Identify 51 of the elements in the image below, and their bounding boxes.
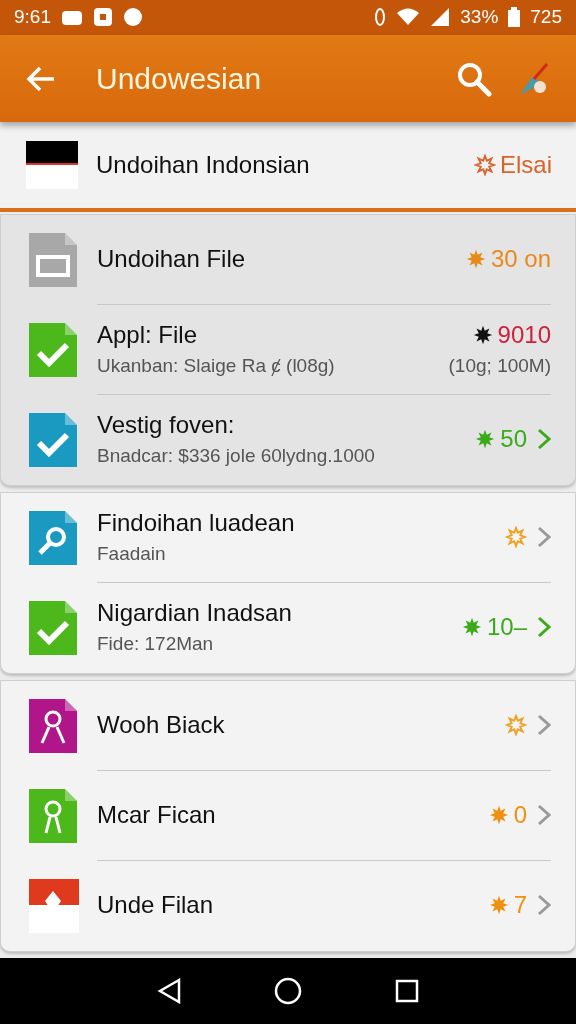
item-title: Findoihan luadean <box>97 509 296 538</box>
check-icon <box>27 410 79 469</box>
flag-icon <box>27 876 79 935</box>
list-item[interactable]: Wooh Biack <box>1 680 575 771</box>
item-count: 9010 <box>471 321 551 350</box>
recents-nav-icon[interactable] <box>395 978 420 1003</box>
list-item[interactable]: Nigardian Inadsan Fide: 172Man 10– <box>1 582 575 673</box>
signal-icon <box>430 7 451 28</box>
item-title: Undoihan File <box>97 245 247 274</box>
person-icon <box>27 696 79 755</box>
status-text: 725 <box>530 6 562 29</box>
item-subtitle: Ukanban: Slaige Ra ȼ (l08g) <box>97 355 336 378</box>
list-item[interactable]: Mcar Fican 0 <box>1 770 575 861</box>
list-item[interactable]: Vestig foven: Bnadcar: $336 jole 60lydng.1000 50 <box>1 394 575 485</box>
battery-icon <box>508 7 521 28</box>
app-title: Undowesian <box>96 61 263 96</box>
check-icon <box>27 598 79 657</box>
notification-icon <box>123 7 143 28</box>
battery-percent: 33% <box>460 6 499 29</box>
item-count: 10– <box>460 613 527 642</box>
vibrate-icon <box>374 7 387 28</box>
search-icon <box>27 508 79 567</box>
item-count: 7 <box>487 891 527 920</box>
notification-icon <box>93 7 113 28</box>
item-title: Unde Filan <box>97 891 215 920</box>
list-item[interactable]: Findoihan luadean Faadain <box>1 492 575 583</box>
item-subtitle: Faadain <box>97 543 167 566</box>
item-title: Vestig foven: <box>97 411 236 440</box>
item-detail: (10g; 100M) <box>448 355 551 378</box>
item-title: Wooh Biack <box>97 711 226 740</box>
back-nav-icon[interactable] <box>156 977 181 1004</box>
header-title: Undoihan Indonsian <box>96 151 311 180</box>
item-count: 30 on <box>464 245 551 274</box>
item-title: Nigardian Inadsan <box>97 599 293 628</box>
check-icon <box>27 320 79 379</box>
item-subtitle: Bnadcar: $336 jole 60lydng.1000 <box>97 445 376 468</box>
list-item[interactable]: Unde Filan 7 <box>1 860 575 951</box>
item-title: Mcar Fican <box>97 801 217 830</box>
item-count: 0 <box>487 801 527 830</box>
list-item[interactable]: Undoihan File 30 on <box>1 214 575 305</box>
back-icon[interactable] <box>26 65 56 92</box>
flag-icon <box>26 141 78 190</box>
list-item[interactable]: Appl: File Ukanban: Slaige Ra ȼ (l08g) 9010 (10g; 100M) <box>1 304 575 395</box>
status-time: 9:61 <box>14 6 51 29</box>
item-subtitle: Fide: 172Man <box>97 633 215 656</box>
item-count: 50 <box>474 425 527 454</box>
person-icon <box>27 786 79 845</box>
home-nav-icon[interactable] <box>274 976 302 1005</box>
search-icon[interactable] <box>456 60 492 97</box>
item-title: Appl: File <box>97 321 199 350</box>
document-icon <box>27 230 79 289</box>
